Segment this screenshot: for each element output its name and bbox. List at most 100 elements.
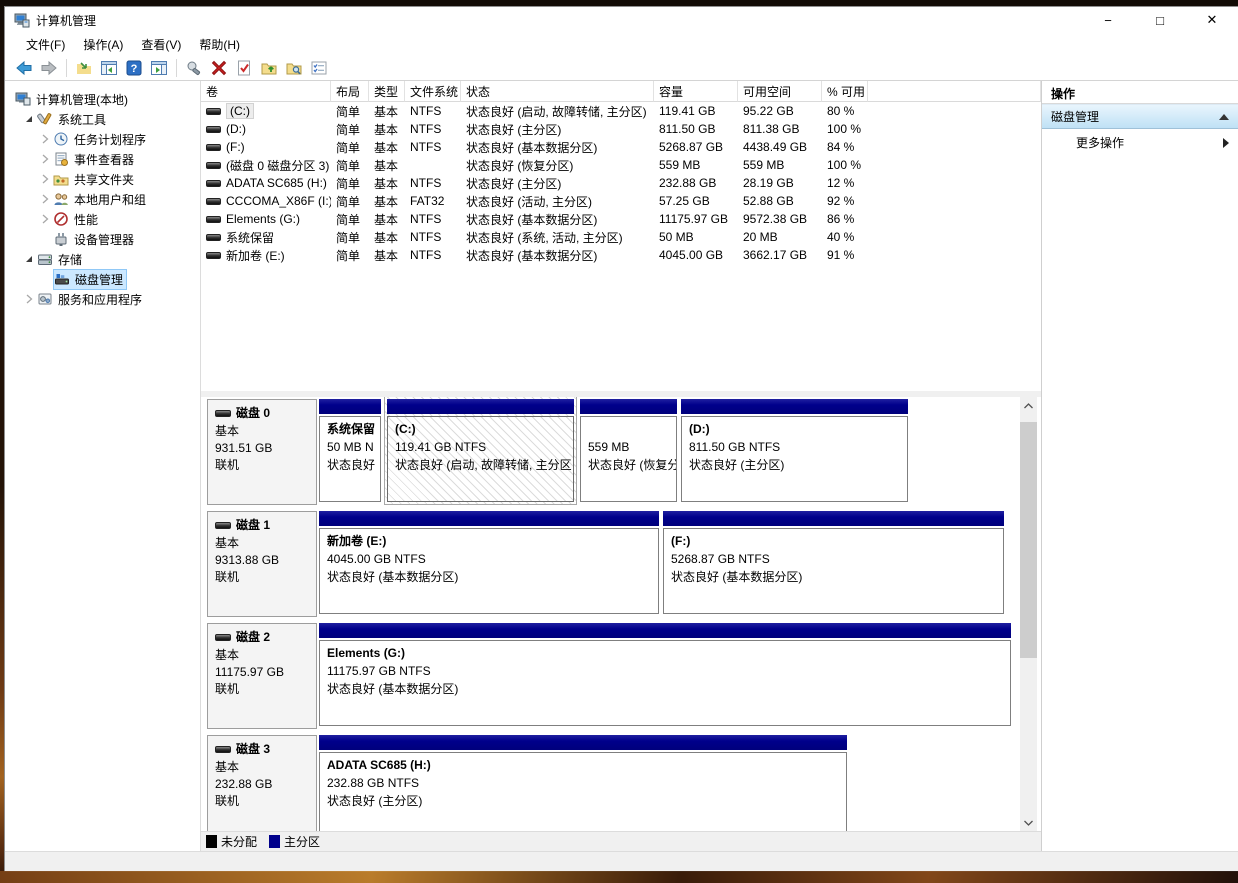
partition-c-selected[interactable]: (C:) 119.41 GB NTFS 状态良好 (启动, 故障转储, 主分区	[385, 397, 576, 504]
collapsed-chevron-icon[interactable]	[21, 294, 37, 304]
delete-volume-button[interactable]	[208, 57, 230, 79]
table-cell[interactable]: 811.38 GB	[738, 120, 822, 138]
menu-help[interactable]: 帮助(H)	[190, 33, 249, 56]
table-cell[interactable]: 28.19 GB	[738, 174, 822, 192]
table-cell[interactable]: 84 %	[822, 138, 868, 156]
table-cell[interactable]: 简单	[331, 246, 369, 264]
table-cell[interactable]: 简单	[331, 156, 369, 174]
partition-f[interactable]: (F:) 5268.87 GB NTFS 状态良好 (基本数据分区)	[663, 511, 1004, 614]
partition-d[interactable]: (D:) 811.50 GB NTFS 状态良好 (主分区)	[681, 399, 908, 502]
table-row-volume-name[interactable]: Elements (G:)	[201, 210, 331, 228]
table-cell[interactable]: 57.25 GB	[654, 192, 738, 210]
table-cell[interactable]	[405, 156, 461, 174]
table-cell[interactable]: 简单	[331, 210, 369, 228]
column-header-layout[interactable]: 布局	[331, 81, 369, 102]
table-cell[interactable]: 86 %	[822, 210, 868, 228]
table-cell[interactable]: NTFS	[405, 174, 461, 192]
table-row-volume-name[interactable]: CCCOMA_X86F (I:)	[201, 192, 331, 210]
table-cell[interactable]: NTFS	[405, 138, 461, 156]
collapsed-chevron-icon[interactable]	[37, 134, 53, 144]
expanded-chevron-icon[interactable]	[21, 254, 37, 264]
menu-action[interactable]: 操作(A)	[74, 33, 132, 56]
table-cell[interactable]: 状态良好 (基本数据分区)	[461, 210, 654, 228]
table-row-volume-name[interactable]: ADATA SC685 (H:)	[201, 174, 331, 192]
disk-3-label[interactable]: 磁盘 3 基本 232.88 GB 联机	[207, 735, 317, 831]
table-cell[interactable]: 基本	[369, 246, 405, 264]
scroll-up-arrow[interactable]	[1020, 397, 1037, 414]
scroll-down-arrow[interactable]	[1020, 814, 1037, 831]
table-cell[interactable]: 简单	[331, 120, 369, 138]
tree-item-storage[interactable]: 存储	[5, 249, 200, 269]
table-row-volume-name[interactable]: 系统保留	[201, 228, 331, 246]
show-action-pane-button[interactable]	[148, 57, 170, 79]
disk-1-label[interactable]: 磁盘 1 基本 9313.88 GB 联机	[207, 511, 317, 617]
table-cell[interactable]: 简单	[331, 174, 369, 192]
table-cell[interactable]: 状态良好 (恢复分区)	[461, 156, 654, 174]
table-cell[interactable]: 20 MB	[738, 228, 822, 246]
table-cell[interactable]: NTFS	[405, 120, 461, 138]
tree-item-system-tools[interactable]: 系统工具	[5, 109, 200, 129]
table-row-volume-name[interactable]: (C:)	[201, 102, 331, 120]
table-cell[interactable]: 95.22 GB	[738, 102, 822, 120]
table-row-volume-name[interactable]: (D:)	[201, 120, 331, 138]
table-cell[interactable]: 50 MB	[654, 228, 738, 246]
column-header-status[interactable]: 状态	[461, 81, 654, 102]
column-header-percent-free[interactable]: % 可用	[822, 81, 868, 102]
column-header-type[interactable]: 类型	[369, 81, 405, 102]
table-cell[interactable]: 状态良好 (启动, 故障转储, 主分区)	[461, 102, 654, 120]
table-cell[interactable]: 基本	[369, 102, 405, 120]
tree-item-disk-management[interactable]: 磁盘管理	[5, 269, 200, 289]
table-cell[interactable]: NTFS	[405, 246, 461, 264]
tree-item-performance[interactable]: 性能	[5, 209, 200, 229]
tree-item-computer-management[interactable]: 计算机管理(本地)	[5, 89, 200, 109]
table-cell[interactable]: 40 %	[822, 228, 868, 246]
table-cell[interactable]: 91 %	[822, 246, 868, 264]
partition-h[interactable]: ADATA SC685 (H:) 232.88 GB NTFS 状态良好 (主分…	[319, 735, 847, 831]
collapse-caret-icon[interactable]	[1219, 114, 1229, 120]
partition-system-reserved[interactable]: 系统保留 50 MB N 状态良好	[319, 399, 381, 502]
table-cell[interactable]: 状态良好 (主分区)	[461, 120, 654, 138]
table-cell[interactable]: 基本	[369, 192, 405, 210]
tree-item-task-scheduler[interactable]: 任务计划程序	[5, 129, 200, 149]
folder-find-button[interactable]	[283, 57, 305, 79]
close-button[interactable]: ✕	[1186, 7, 1238, 33]
table-cell[interactable]: 状态良好 (系统, 活动, 主分区)	[461, 228, 654, 246]
table-cell[interactable]: 状态良好 (主分区)	[461, 174, 654, 192]
collapsed-chevron-icon[interactable]	[37, 154, 53, 164]
table-cell[interactable]: 状态良好 (基本数据分区)	[461, 138, 654, 156]
column-header-free-space[interactable]: 可用空间	[738, 81, 822, 102]
table-cell[interactable]: 5268.87 GB	[654, 138, 738, 156]
table-cell[interactable]: 简单	[331, 138, 369, 156]
partition-recovery[interactable]: 559 MB 状态良好 (恢复分	[580, 399, 677, 502]
table-cell[interactable]: NTFS	[405, 228, 461, 246]
table-cell[interactable]: 11175.97 GB	[654, 210, 738, 228]
table-cell[interactable]: 4438.49 GB	[738, 138, 822, 156]
table-cell[interactable]: 9572.38 GB	[738, 210, 822, 228]
table-cell[interactable]: 92 %	[822, 192, 868, 210]
table-row-volume-name[interactable]: 新加卷 (E:)	[201, 246, 331, 264]
actions-group-disk-management[interactable]: 磁盘管理	[1042, 104, 1238, 129]
help-button[interactable]: ?	[123, 57, 145, 79]
table-cell[interactable]: NTFS	[405, 102, 461, 120]
collapsed-chevron-icon[interactable]	[37, 214, 53, 224]
tree-item-services-applications[interactable]: 服务和应用程序	[5, 289, 200, 309]
export-list-button[interactable]	[73, 57, 95, 79]
tree-item-local-users-groups[interactable]: 本地用户和组	[5, 189, 200, 209]
table-cell[interactable]: 811.50 GB	[654, 120, 738, 138]
table-cell[interactable]: 基本	[369, 138, 405, 156]
vertical-scrollbar[interactable]	[1020, 397, 1037, 831]
column-header-filesystem[interactable]: 文件系统	[405, 81, 461, 102]
forward-button[interactable]	[38, 57, 60, 79]
table-cell[interactable]: 基本	[369, 228, 405, 246]
scrollbar-thumb[interactable]	[1020, 422, 1037, 658]
disk-2-label[interactable]: 磁盘 2 基本 11175.97 GB 联机	[207, 623, 317, 729]
table-cell[interactable]: 119.41 GB	[654, 102, 738, 120]
table-cell[interactable]: 简单	[331, 192, 369, 210]
menu-view[interactable]: 查看(V)	[132, 33, 190, 56]
disk-tool-button[interactable]	[183, 57, 205, 79]
table-cell[interactable]: FAT32	[405, 192, 461, 210]
column-header-volume[interactable]: 卷	[201, 81, 331, 102]
table-cell[interactable]: 100 %	[822, 120, 868, 138]
tree-item-device-manager[interactable]: 设备管理器	[5, 229, 200, 249]
table-cell[interactable]: 基本	[369, 210, 405, 228]
